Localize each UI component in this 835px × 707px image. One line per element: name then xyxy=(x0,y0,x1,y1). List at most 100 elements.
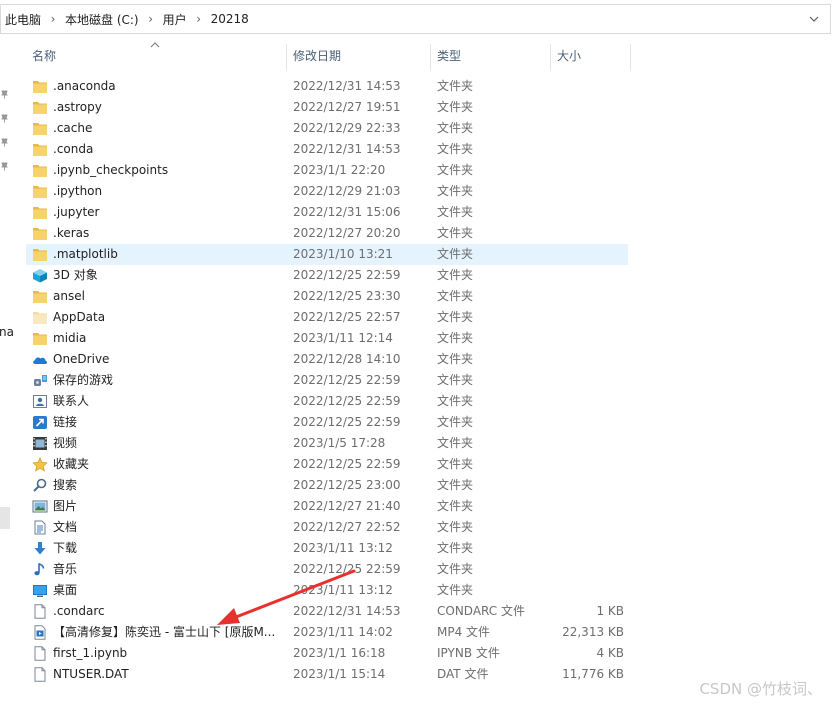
file-row[interactable]: midia 2023/1/11 12:14 文件夹 xyxy=(26,328,628,349)
file-row[interactable]: .condarc 2022/12/31 14:53 CONDARC 文件 1 KB xyxy=(26,601,628,622)
video-file-icon xyxy=(32,625,48,640)
breadcrumb-separator-icon[interactable]: › xyxy=(188,12,210,26)
file-type: 文件夹 xyxy=(437,394,474,408)
pin-icon[interactable] xyxy=(0,90,9,99)
file-row[interactable]: 3D 对象 2022/12/25 22:59 文件夹 xyxy=(26,265,628,286)
file-row[interactable]: .anaconda 2022/12/31 14:53 文件夹 xyxy=(26,76,628,97)
file-name: 收藏夹 xyxy=(53,457,90,471)
folder-icon xyxy=(32,331,48,346)
breadcrumb-separator-icon[interactable]: › xyxy=(140,12,162,26)
file-type: 文件夹 xyxy=(437,520,474,534)
pin-icon[interactable] xyxy=(0,162,9,171)
file-type: 文件夹 xyxy=(437,541,474,555)
file-date-modified: 2023/1/10 13:21 xyxy=(293,247,393,261)
column-header-name[interactable]: 名称 xyxy=(26,40,286,70)
column-headers: 名称 修改日期 类型 大小 xyxy=(26,40,632,70)
file-row[interactable]: ansel 2022/12/25 23:30 文件夹 xyxy=(26,286,628,307)
file-row[interactable]: 链接 2022/12/25 22:59 文件夹 xyxy=(26,412,628,433)
file-name: 联系人 xyxy=(53,394,90,408)
file-row[interactable]: .keras 2022/12/27 20:20 文件夹 xyxy=(26,223,628,244)
file-icon xyxy=(32,604,48,619)
file-name: 桌面 xyxy=(53,583,78,597)
file-name: .condarc xyxy=(53,604,105,618)
file-row[interactable]: 视频 2023/1/5 17:28 文件夹 xyxy=(26,433,628,454)
pictures-icon xyxy=(32,499,48,514)
column-header-size[interactable]: 大小 xyxy=(551,40,630,70)
file-row[interactable]: 联系人 2022/12/25 22:59 文件夹 xyxy=(26,391,628,412)
file-date-modified: 2022/12/29 21:03 xyxy=(293,184,401,198)
file-row[interactable]: 桌面 2023/1/11 13:12 文件夹 xyxy=(26,580,628,601)
file-row[interactable]: 【高清修复】陈奕迅 - 富士山下 [原版M... 2023/1/11 14:02 M… xyxy=(26,622,628,643)
file-date-modified: 2022/12/25 22:59 xyxy=(293,562,401,576)
file-date-modified: 2023/1/1 22:20 xyxy=(293,163,386,177)
file-row[interactable]: NTUSER.DAT 2023/1/1 15:14 DAT 文件 11,776 KB xyxy=(26,664,628,685)
file-name: .jupyter xyxy=(53,205,100,219)
file-row[interactable]: 下载 2023/1/11 13:12 文件夹 xyxy=(26,538,628,559)
pin-icon[interactable] xyxy=(0,114,9,123)
file-row[interactable]: 保存的游戏 2022/12/25 22:59 文件夹 xyxy=(26,370,628,391)
folder-icon xyxy=(32,163,48,178)
folder-icon xyxy=(32,226,48,241)
address-bar[interactable]: 此电脑 › 本地磁盘 (C:) › 用户 › 20218 xyxy=(0,4,831,34)
file-type: 文件夹 xyxy=(437,478,474,492)
file-date-modified: 2023/1/1 16:18 xyxy=(293,646,386,660)
file-row[interactable]: 音乐 2022/12/25 22:59 文件夹 xyxy=(26,559,628,580)
file-row[interactable]: 搜索 2022/12/25 23:00 文件夹 xyxy=(26,475,628,496)
file-type: 文件夹 xyxy=(437,436,474,450)
breadcrumb-user-folder[interactable]: 20218 xyxy=(210,12,250,26)
file-row[interactable]: first_1.ipynb 2023/1/1 16:18 IPYNB 文件 4 KB xyxy=(26,643,628,664)
breadcrumb-separator-icon[interactable]: › xyxy=(42,12,64,26)
file-date-modified: 2022/12/25 22:57 xyxy=(293,310,401,324)
file-date-modified: 2022/12/27 22:52 xyxy=(293,520,401,534)
folder-icon xyxy=(32,142,48,157)
folder-icon xyxy=(32,184,48,199)
folder-icon xyxy=(32,247,48,262)
breadcrumb-local-disk[interactable]: 本地磁盘 (C:) xyxy=(64,11,140,28)
file-row[interactable]: 收藏夹 2022/12/25 22:59 文件夹 xyxy=(26,454,628,475)
column-divider[interactable] xyxy=(630,44,631,70)
breadcrumb-this-pc[interactable]: 此电脑 xyxy=(4,11,42,28)
file-row[interactable]: AppData 2022/12/25 22:57 文件夹 xyxy=(26,307,628,328)
file-date-modified: 2022/12/25 22:59 xyxy=(293,373,401,387)
nav-item-selected[interactable] xyxy=(0,507,10,529)
nav-item-label-fragment[interactable]: na xyxy=(0,325,14,339)
breadcrumb-users[interactable]: 用户 xyxy=(162,11,188,28)
file-date-modified: 2023/1/11 12:14 xyxy=(293,331,393,345)
navigation-pane[interactable]: na xyxy=(0,38,14,707)
chevron-down-icon[interactable] xyxy=(802,5,826,33)
file-row[interactable]: .cache 2022/12/29 22:33 文件夹 xyxy=(26,118,628,139)
file-list[interactable]: .anaconda 2022/12/31 14:53 文件夹 .astropy 2022… xyxy=(26,76,632,685)
file-row[interactable]: 图片 2022/12/27 21:40 文件夹 xyxy=(26,496,628,517)
file-type: 文件夹 xyxy=(437,352,474,366)
folder-icon xyxy=(32,100,48,115)
file-explorer-window: 此电脑 › 本地磁盘 (C:) › 用户 › 20218 na 名称 修改日期 … xyxy=(0,0,835,707)
file-size: 11,776 KB xyxy=(562,667,624,681)
file-type: CONDARC 文件 xyxy=(437,604,525,618)
file-date-modified: 2022/12/31 15:06 xyxy=(293,205,401,219)
file-date-modified: 2022/12/25 22:59 xyxy=(293,457,401,471)
file-name: NTUSER.DAT xyxy=(53,667,129,681)
file-type: 文件夹 xyxy=(437,583,474,597)
file-date-modified: 2023/1/11 13:12 xyxy=(293,583,393,597)
file-row[interactable]: .astropy 2022/12/27 19:51 文件夹 xyxy=(26,97,628,118)
file-name: 【高清修复】陈奕迅 - 富士山下 [原版M... xyxy=(53,625,276,639)
column-header-date-modified[interactable]: 修改日期 xyxy=(287,40,430,70)
file-name: .matplotlib xyxy=(53,247,118,261)
file-row[interactable]: .ipynb_checkpoints 2023/1/1 22:20 文件夹 xyxy=(26,160,628,181)
file-row[interactable]: .ipython 2022/12/29 21:03 文件夹 xyxy=(26,181,628,202)
file-name: .cache xyxy=(53,121,93,135)
file-icon xyxy=(32,667,48,682)
folder-hidden-icon xyxy=(32,310,48,325)
file-row[interactable]: .matplotlib 2023/1/10 13:21 文件夹 xyxy=(26,244,628,265)
file-row[interactable]: .jupyter 2022/12/31 15:06 文件夹 xyxy=(26,202,628,223)
file-date-modified: 2022/12/27 20:20 xyxy=(293,226,401,240)
file-date-modified: 2022/12/27 19:51 xyxy=(293,100,401,114)
file-row[interactable]: 文档 2022/12/27 22:52 文件夹 xyxy=(26,517,628,538)
file-row[interactable]: .conda 2022/12/31 14:53 文件夹 xyxy=(26,139,628,160)
column-header-type[interactable]: 类型 xyxy=(431,40,550,70)
file-type: 文件夹 xyxy=(437,499,474,513)
search-icon xyxy=(32,478,48,493)
pin-icon[interactable] xyxy=(0,138,9,147)
file-row[interactable]: OneDrive 2022/12/28 14:10 文件夹 xyxy=(26,349,628,370)
file-type: 文件夹 xyxy=(437,142,474,156)
